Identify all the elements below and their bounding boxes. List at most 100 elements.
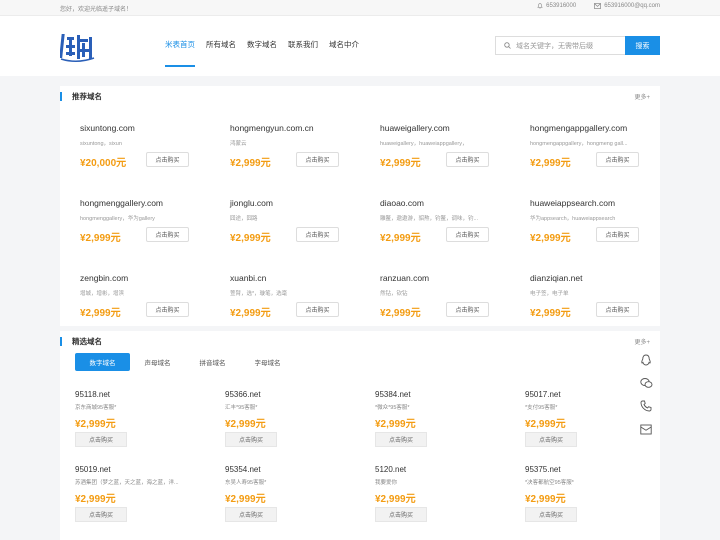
domain-card[interactable]: huaweigallery.com huaweigallery，huaweiap… [360,106,510,181]
domain-card[interactable]: 95118.net 京东商城95客服* ¥2,999元 点击购买 [60,386,210,461]
domain-name[interactable]: huaweigallery.com [380,123,450,133]
tab-pinyin-domains[interactable]: 拼音域名 [185,353,240,371]
more-link[interactable]: 更多+ [634,337,650,346]
buy-button[interactable]: 点击购买 [146,152,189,167]
domain-card[interactable]: 95375.net *决客都航空95客服* ¥2,999元 点击购买 [510,461,660,536]
nav-home[interactable]: 米表首页 [165,16,195,76]
section-title: 推荐域名 [72,92,102,101]
domain-name[interactable]: ranzuan.com [380,273,429,283]
domain-desc: 雕鳌，遨遨游，貂熬，钓鳌，调味，钓... [380,216,479,222]
domain-name[interactable]: 95354.net [225,465,261,474]
search-input[interactable]: 域名关键字，无需带后缀 [495,36,625,55]
domain-name[interactable]: sixuntong.com [80,123,135,133]
domain-price: ¥2,999元 [525,494,566,505]
domain-name[interactable]: hongmenggallery.com [80,198,163,208]
domain-card[interactable]: 95354.net 东吴人寿95客服* ¥2,999元 点击购买 [210,461,360,536]
phone-contact: 653916000 [537,3,576,9]
buy-button[interactable]: 点击购买 [75,432,127,447]
domain-price: ¥2,999元 [75,419,116,430]
phone-icon[interactable] [638,398,654,414]
domain-desc: 萱臂，选*，璇笔，选毫 [230,291,288,297]
domain-desc: 汇丰*95客服* [225,405,258,411]
buy-button[interactable]: 点击购买 [225,432,277,447]
bell-icon [537,3,543,9]
domain-name[interactable]: 95384.net [375,390,411,399]
domain-card[interactable]: huaweiappsearch.com 华为appsearch，huaweiap… [510,181,660,256]
domain-name[interactable]: zengbin.com [80,273,128,283]
tab-number-domains[interactable]: 数字域名 [75,353,130,371]
nav-all-domains[interactable]: 所有域名 [206,16,236,76]
buy-button[interactable]: 点击购买 [596,152,639,167]
domain-card[interactable]: 95019.net 苏酒集团（梦之蓝，天之蓝，海之蓝，洋... ¥2,999元 … [60,461,210,536]
domain-desc: hongmengappgallery，hongmeng gall... [530,141,628,147]
domain-card[interactable]: diaoao.com 雕鳌，遨遨游，貂熬，钓鳌，调味，钓... ¥2,999元 … [360,181,510,256]
buy-button[interactable]: 点击购买 [446,152,489,167]
tab-letter-domains[interactable]: 字母域名 [240,353,295,371]
domain-price: ¥2,999元 [530,233,571,244]
domain-name[interactable]: hongmengyun.com.cn [230,123,314,133]
domain-name[interactable]: 95019.net [75,465,111,474]
domain-card[interactable]: ranzuan.com 然钻，钦钻 ¥2,999元 点击购买 [360,256,510,331]
buy-button[interactable]: 点击购买 [596,302,639,317]
tab-initial-domains[interactable]: 声母域名 [130,353,185,371]
domain-card[interactable]: 95384.net *微众*95客服* ¥2,999元 点击购买 [360,386,510,461]
section-marker [60,92,62,101]
domain-desc: 华为appsearch，huaweiappsearch [530,216,616,222]
domain-desc: huaweigallery，huaweiappgallery， [380,141,468,147]
buy-button[interactable]: 点击购买 [296,152,339,167]
qq-icon[interactable] [638,352,654,368]
mail-icon[interactable] [638,421,654,437]
more-link[interactable]: 更多+ [634,92,650,101]
domain-desc: 苏酒集团（梦之蓝，天之蓝，海之蓝，洋... [75,480,179,486]
domain-name[interactable]: hongmengappgallery.com [530,123,627,133]
buy-button[interactable]: 点击购买 [446,227,489,242]
domain-name[interactable]: 95017.net [525,390,561,399]
buy-button[interactable]: 点击购买 [525,432,577,447]
email-text: 653916000@qq.com [604,3,660,9]
buy-button[interactable]: 点击购买 [375,507,427,522]
nav-broker[interactable]: 域名中介 [329,16,359,76]
wechat-icon[interactable] [638,375,654,391]
main-nav: 米表首页 所有域名 数字域名 联系我们 域名中介 [165,16,359,76]
domain-desc: 东吴人寿95客服* [225,480,267,486]
domain-name[interactable]: diaoao.com [380,198,424,208]
domain-name[interactable]: 95366.net [225,390,261,399]
domain-card[interactable]: 95366.net 汇丰*95客服* ¥2,999元 点击购买 [210,386,360,461]
domain-card[interactable]: jionglu.com 囧途，囧路 ¥2,999元 点击购买 [210,181,360,256]
nav-number-domains[interactable]: 数字域名 [247,16,277,76]
domain-card[interactable]: hongmengappgallery.com hongmengappgaller… [510,106,660,181]
buy-button[interactable]: 点击购买 [446,302,489,317]
buy-button[interactable]: 点击购买 [596,227,639,242]
buy-button[interactable]: 点击购买 [296,227,339,242]
site-logo[interactable] [60,31,95,63]
domain-name[interactable]: 95118.net [75,390,110,399]
domain-price: ¥2,999元 [525,419,566,430]
buy-button[interactable]: 点击购买 [75,507,127,522]
buy-button[interactable]: 点击购买 [296,302,339,317]
domain-card[interactable]: sixuntong.com sixuntong，sixun ¥20,000元 点… [60,106,210,181]
buy-button[interactable]: 点击购买 [146,227,189,242]
domain-card[interactable]: xuanbi.cn 萱臂，选*，璇笔，选毫 ¥2,999元 点击购买 [210,256,360,331]
buy-button[interactable]: 点击购买 [525,507,577,522]
domain-name[interactable]: jionglu.com [230,198,273,208]
domain-price: ¥2,999元 [225,494,266,505]
domain-card[interactable]: dianziqian.net 电子签，电子单 ¥2,999元 点击购买 [510,256,660,331]
domain-name[interactable]: dianziqian.net [530,273,582,283]
domain-price: ¥2,999元 [80,308,121,319]
buy-button[interactable]: 点击购买 [146,302,189,317]
domain-desc: 电子签，电子单 [530,291,569,297]
search-button[interactable]: 搜索 [625,36,660,55]
domain-name[interactable]: 95375.net [525,465,561,474]
buy-button[interactable]: 点击购买 [375,432,427,447]
domain-name[interactable]: huaweiappsearch.com [530,198,615,208]
mail-small-icon [594,3,602,9]
domain-name[interactable]: 5120.net [375,465,406,474]
buy-button[interactable]: 点击购买 [225,507,277,522]
section-title: 精选域名 [72,337,102,346]
domain-card[interactable]: 5120.net 我要爱你 ¥2,999元 点击购买 [360,461,510,536]
domain-card[interactable]: zengbin.com 增城，增彬，增滨 ¥2,999元 点击购买 [60,256,210,331]
nav-contact[interactable]: 联系我们 [288,16,318,76]
domain-name[interactable]: xuanbi.cn [230,273,266,283]
domain-card[interactable]: hongmengyun.com.cn 鸿蒙云 ¥2,999元 点击购买 [210,106,360,181]
domain-card[interactable]: hongmenggallery.com hongmenggallery，华为ga… [60,181,210,256]
